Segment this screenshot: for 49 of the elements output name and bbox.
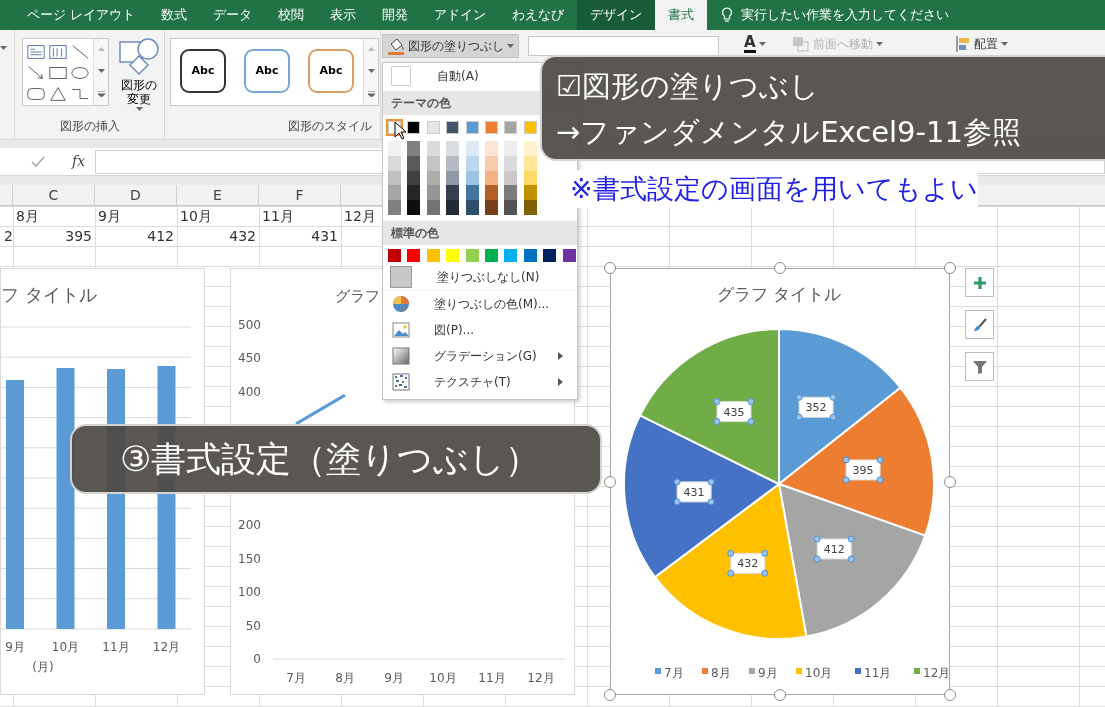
table-cell: 9月 bbox=[98, 208, 121, 224]
axis-label: 7月 bbox=[286, 671, 306, 685]
axis-label: 10月 bbox=[429, 671, 457, 685]
axis-label: 12月 bbox=[152, 640, 181, 654]
axis-label: 0 bbox=[253, 652, 261, 666]
legend-label: 12月 bbox=[923, 666, 949, 680]
chart-title: グラフ bbox=[335, 287, 380, 305]
axis-label: 100 bbox=[238, 585, 261, 600]
annotation-text: ※書式設定の画面を用いてもよい bbox=[570, 170, 978, 208]
data-label: 435 bbox=[723, 405, 745, 419]
axis-label: 12月 bbox=[527, 671, 555, 685]
axis-title: (月) bbox=[32, 660, 54, 674]
axis-label: 11月 bbox=[102, 640, 130, 654]
axis-label: 150 bbox=[238, 551, 261, 566]
axis-label: 9月 bbox=[5, 640, 25, 654]
table-cell: 12月 bbox=[344, 208, 376, 224]
table-cell: 431 bbox=[311, 228, 338, 244]
legend-label: 10月 bbox=[805, 666, 833, 680]
data-label: 395 bbox=[852, 463, 874, 477]
axis-label: 500 bbox=[238, 318, 261, 332]
axis-label: 9月 bbox=[384, 671, 404, 685]
legend-label: 9月 bbox=[758, 666, 778, 680]
table-cell: 11月 bbox=[262, 208, 294, 224]
table-cell: 412 bbox=[147, 228, 174, 244]
table-cell: 2 bbox=[4, 228, 13, 244]
axis-label: 450 bbox=[238, 351, 261, 366]
legend-label: 7月 bbox=[664, 666, 684, 680]
axis-label: 11月 bbox=[478, 671, 506, 685]
axis-label: 400 bbox=[238, 384, 261, 399]
axis-label: 200 bbox=[238, 518, 261, 533]
section-header: 標準の色 bbox=[383, 221, 577, 245]
table-cell: 8月 bbox=[16, 208, 39, 224]
table-cell: 395 bbox=[65, 228, 92, 244]
data-label: 352 bbox=[805, 401, 827, 415]
legend-label: 11月 bbox=[864, 666, 892, 680]
axis-label: 50 bbox=[245, 618, 261, 633]
table-cell: 432 bbox=[229, 228, 256, 244]
legend-label: 8月 bbox=[711, 666, 731, 680]
table-cell: 10月 bbox=[180, 208, 212, 224]
group-label: 図形の挿入 bbox=[58, 118, 121, 135]
group-label: 図形のスタイル bbox=[287, 118, 373, 135]
chart-title: グラフ タイトル bbox=[716, 284, 842, 304]
callout-text: →ファンダメンタルExcel9-11参照 bbox=[556, 114, 1021, 151]
data-label: 412 bbox=[823, 542, 845, 556]
axis-label: 8月 bbox=[335, 671, 355, 685]
data-label: 432 bbox=[737, 557, 759, 571]
axis-label: 10月 bbox=[51, 640, 80, 654]
data-label: 431 bbox=[683, 485, 705, 499]
chart-title: フ タイトル bbox=[1, 284, 97, 305]
